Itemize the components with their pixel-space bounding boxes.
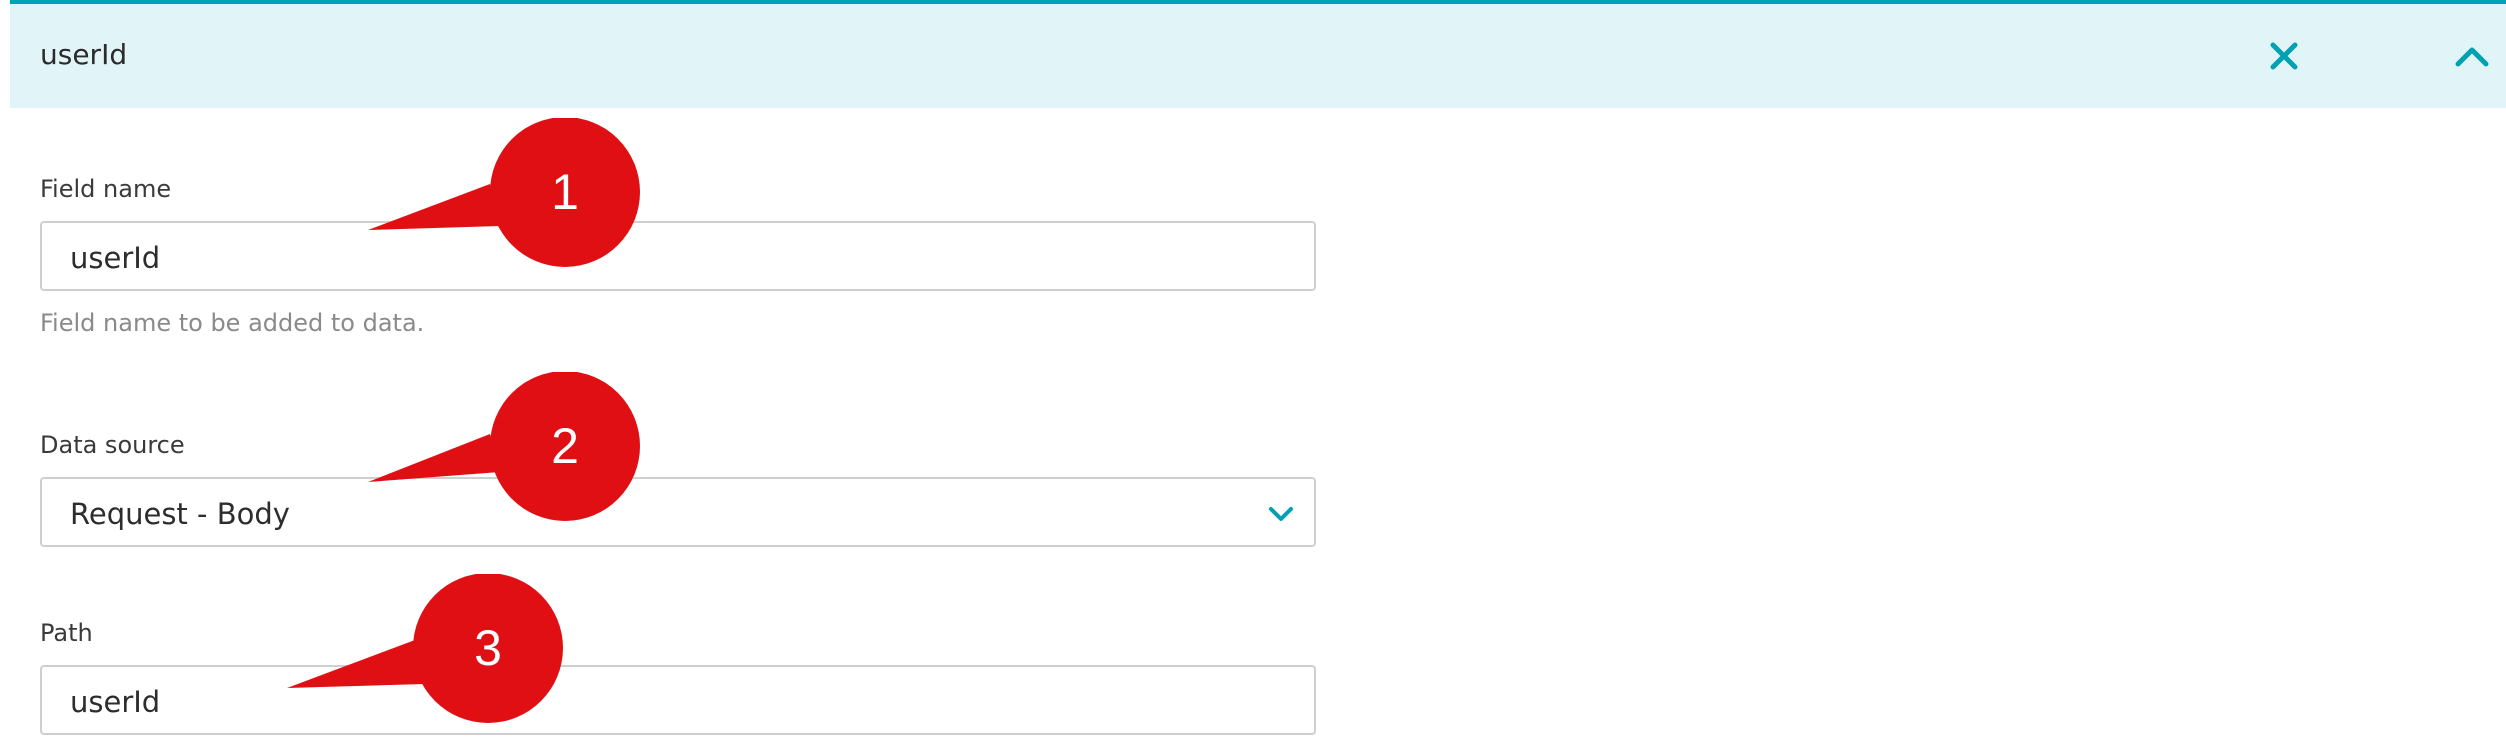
data-source-select[interactable]: Request - Body xyxy=(40,477,1316,547)
field-name-value: userId xyxy=(70,241,161,275)
field-name-label: Field name xyxy=(40,175,172,203)
path-input[interactable]: userId xyxy=(40,665,1316,735)
callout-1-number: 1 xyxy=(551,164,579,220)
close-icon xyxy=(2270,42,2298,70)
remove-button[interactable] xyxy=(2262,34,2306,78)
collapse-button[interactable] xyxy=(2450,34,2494,78)
chevron-up-icon xyxy=(2455,47,2489,67)
panel-header[interactable]: userId xyxy=(10,0,2506,108)
data-source-label: Data source xyxy=(40,431,185,459)
callout-2-number: 2 xyxy=(551,418,579,474)
field-name-input[interactable]: userId xyxy=(40,221,1316,291)
path-label: Path xyxy=(40,619,93,647)
panel-title: userId xyxy=(40,38,128,71)
data-source-value: Request - Body xyxy=(70,497,290,531)
field-name-hint: Field name to be added to data. xyxy=(40,309,425,337)
chevron-down-icon xyxy=(1269,507,1293,521)
path-value: userId xyxy=(70,685,161,719)
